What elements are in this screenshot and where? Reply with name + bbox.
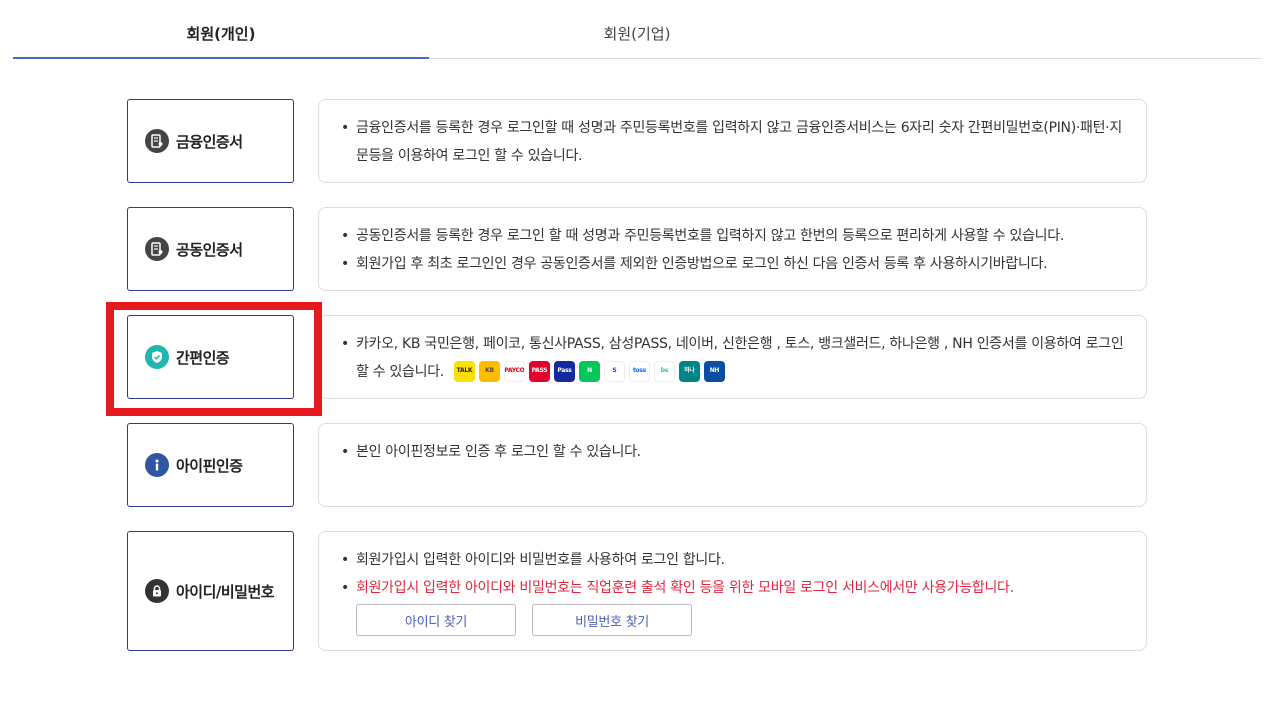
payco-logo-icon: PAYCO <box>503 360 525 382</box>
description-item: 회원가입 후 최초 로그인인 경우 공동인증서를 제외한 인증방법으로 로그인 … <box>341 250 1128 278</box>
login-type-tabs: 회원(개인) 회원(기업) <box>13 0 1261 59</box>
tab-corporate-member[interactable]: 회원(기업) <box>429 0 845 59</box>
financial-certificate-description: 금융인증서를 등록한 경우 로그인할 때 성명과 주민등록번호를 입력하지 않고… <box>318 99 1147 183</box>
find-password-button[interactable]: 비밀번호 찾기 <box>532 604 692 636</box>
method-label: 아이핀인증 <box>176 456 243 475</box>
shinhan-logo-icon: S <box>603 360 625 382</box>
description-item: 공동인증서를 등록한 경우 로그인 할 때 성명과 주민등록번호를 입력하지 않… <box>341 222 1128 250</box>
description-item: 금융인증서를 등록한 경우 로그인할 때 성명과 주민등록번호를 입력하지 않고… <box>341 114 1128 170</box>
nh-logo-icon: NH <box>703 360 725 382</box>
warning-text: 회원가입시 입력한 아이디와 비밀번호는 직업훈련 출석 확인 등을 위한 모바… <box>341 574 1128 602</box>
id-password-button[interactable]: 아이디/비밀번호 <box>127 531 294 651</box>
banksalad-logo-icon: bs <box>653 360 675 382</box>
info-icon <box>145 453 169 477</box>
kakao-talk-logo-icon: TALK <box>453 360 475 382</box>
lock-icon <box>145 579 169 603</box>
hana-logo-icon: 하나 <box>678 360 700 382</box>
joint-certificate-button[interactable]: 공동인증서 <box>127 207 294 291</box>
method-label: 간편인증 <box>176 348 230 367</box>
certificate-icon <box>145 237 169 261</box>
samsung-pass-logo-icon: Pass <box>553 360 575 382</box>
pass-telecom-logo-icon: PASS <box>528 360 550 382</box>
ipin-auth-description: 본인 아이핀정보로 인증 후 로그인 할 수 있습니다. <box>318 423 1147 507</box>
tab-individual-member[interactable]: 회원(개인) <box>13 0 429 59</box>
id-password-description: 회원가입시 입력한 아이디와 비밀번호를 사용하여 로그인 합니다. 회원가입시… <box>318 531 1147 651</box>
naver-logo-icon: N <box>578 360 600 382</box>
find-buttons: 아이디 찾기 비밀번호 찾기 <box>341 604 1128 636</box>
find-id-button[interactable]: 아이디 찾기 <box>356 604 516 636</box>
simple-auth-description: 카카오, KB 국민은행, 페이코, 통신사PASS, 삼성PASS, 네이버,… <box>318 315 1147 399</box>
description-item: 본인 아이핀정보로 인증 후 로그인 할 수 있습니다. <box>341 438 1128 466</box>
financial-certificate-button[interactable]: 금융인증서 <box>127 99 294 183</box>
joint-certificate-description: 공동인증서를 등록한 경우 로그인 할 때 성명과 주민등록번호를 입력하지 않… <box>318 207 1147 291</box>
simple-auth-button[interactable]: 간편인증 <box>127 315 294 399</box>
description-item: 카카오, KB 국민은행, 페이코, 통신사PASS, 삼성PASS, 네이버,… <box>341 330 1128 386</box>
toss-logo-icon: toss <box>628 360 650 382</box>
ipin-auth-button[interactable]: 아이핀인증 <box>127 423 294 507</box>
kb-logo-icon: KB <box>478 360 500 382</box>
simple-auth-logo-list: TALK KB PAYCO PASS Pass N Stoss bs 하나 NH <box>453 360 725 382</box>
method-label: 아이디/비밀번호 <box>176 582 275 601</box>
method-label: 금융인증서 <box>176 132 243 151</box>
method-label: 공동인증서 <box>176 240 243 259</box>
description-item: 회원가입시 입력한 아이디와 비밀번호를 사용하여 로그인 합니다. <box>341 546 1128 574</box>
shield-check-icon <box>145 345 169 369</box>
certificate-icon <box>145 129 169 153</box>
